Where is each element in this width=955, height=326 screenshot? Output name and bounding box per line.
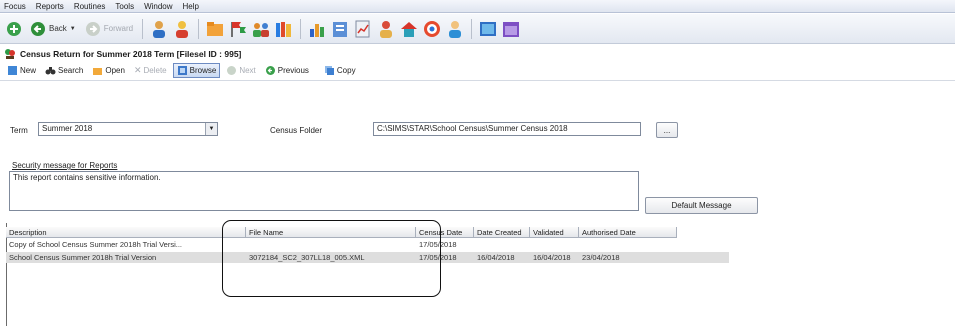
forward-label: Forward (103, 24, 134, 33)
census-folder-label: Census Folder (270, 126, 323, 135)
delete-label: Delete (143, 66, 167, 75)
new-label: New (20, 66, 37, 75)
cell-date-created (474, 239, 530, 250)
delete-button[interactable]: ✕ Delete (131, 64, 170, 77)
security-message-textarea[interactable]: This report contains sensitive informati… (9, 171, 639, 211)
cell-date-created: 16/04/2018 (477, 253, 515, 262)
census-folder-field[interactable]: C:\SIMS\STAR\School Census\Summer Census… (373, 122, 641, 136)
toolbar-separator (471, 18, 473, 39)
previous-icon (265, 66, 275, 75)
column-header-description[interactable]: Description (6, 227, 246, 237)
browse-icon (177, 66, 187, 75)
next-label: Next (239, 66, 256, 75)
new-button[interactable]: New (4, 64, 39, 77)
open-label: Open (105, 66, 125, 75)
browse-label: Browse (189, 66, 217, 75)
people-icon[interactable] (376, 19, 396, 39)
flags-icon[interactable] (228, 19, 248, 39)
person-icon[interactable] (445, 19, 465, 39)
security-message-value: This report contains sensitive informati… (13, 173, 161, 182)
back-arrow-icon (31, 21, 45, 36)
census-icon (5, 49, 15, 59)
next-icon (227, 66, 237, 75)
chevron-down-icon[interactable]: ▼ (70, 26, 76, 32)
books-icon[interactable] (274, 19, 294, 39)
term-dropdown[interactable]: Summer 2018 ▼ (38, 122, 218, 136)
cell-authorised-date (579, 239, 677, 250)
copy-button[interactable]: Copy (321, 64, 359, 77)
toolbar-separator (142, 18, 144, 39)
toolbar-separator (300, 18, 302, 39)
cell-validated: 16/04/2018 (533, 253, 571, 262)
home-icon[interactable] (4, 19, 24, 39)
term-value: Summer 2018 (42, 124, 93, 133)
menu-bar: Focus Reports Routines Tools Window Help (0, 0, 955, 13)
menu-tools[interactable]: Tools (115, 2, 134, 11)
search-label: Search (58, 66, 84, 75)
menu-focus[interactable]: Focus (4, 2, 26, 11)
menu-routines[interactable]: Routines (74, 2, 106, 11)
census-returns-grid: Description File Name Census Date Date C… (6, 223, 955, 326)
clipboard-icon[interactable] (330, 19, 350, 39)
pupil-icon[interactable] (172, 19, 192, 39)
menu-window[interactable]: Window (144, 2, 172, 11)
open-button[interactable]: Open (89, 64, 128, 77)
back-label: Back (49, 24, 67, 33)
menu-reports[interactable]: Reports (36, 2, 64, 11)
census-folder-value: C:\SIMS\STAR\School Census\Summer Census… (377, 124, 568, 133)
window-titlebar: Census Return for Summer 2018 Term [File… (0, 47, 955, 61)
copy-label: Copy (336, 66, 356, 75)
next-button[interactable]: Next (223, 64, 258, 77)
open-folder-icon (93, 68, 103, 75)
main-toolbar: Back ▼ Forward (0, 14, 955, 44)
chevron-down-icon[interactable]: ▼ (205, 123, 217, 135)
security-message-label: Security message for Reports (12, 161, 118, 170)
cell-authorised-date: 23/04/2018 (582, 253, 620, 262)
folder-browse-button[interactable]: ... (656, 122, 678, 138)
delete-icon: ✕ (133, 65, 142, 75)
column-header-validated[interactable]: Validated (530, 227, 579, 237)
calendar-icon[interactable] (501, 19, 521, 39)
target-icon[interactable] (422, 19, 442, 39)
house-icon[interactable] (399, 19, 419, 39)
chart-icon[interactable] (307, 19, 327, 39)
group-icon[interactable] (251, 19, 271, 39)
forward-arrow-icon (85, 21, 100, 36)
copy-icon (324, 66, 334, 75)
previous-button[interactable]: Previous (262, 64, 312, 77)
teacher-icon[interactable] (149, 19, 169, 39)
cell-description: Copy of School Census Summer 2018h Trial… (9, 240, 182, 249)
browse-button[interactable]: Browse (172, 63, 221, 78)
toolbar-separator (198, 18, 200, 39)
highlight-annotation (222, 220, 441, 297)
column-header-date-created[interactable]: Date Created (474, 227, 530, 237)
binoculars-icon (45, 67, 56, 75)
term-label: Term (10, 126, 28, 135)
cell-validated (530, 239, 579, 250)
forward-button[interactable]: Forward (82, 21, 136, 37)
window-title: Census Return for Summer 2018 Term [File… (20, 49, 242, 59)
default-message-button[interactable]: Default Message (645, 197, 758, 214)
back-button[interactable]: Back ▼ (27, 21, 79, 37)
search-button[interactable]: Search (42, 64, 86, 77)
folder-icon[interactable] (205, 19, 225, 39)
board-icon[interactable] (478, 19, 498, 39)
cell-description: School Census Summer 2018h Trial Version (9, 253, 157, 262)
census-form: Term Summer 2018 ▼ Census Folder C:\SIMS… (0, 82, 955, 218)
previous-label: Previous (277, 66, 309, 75)
action-bar: New Search Open ✕ Delete Browse Next Pre… (0, 61, 955, 81)
column-header-authorised-date[interactable]: Authorised Date (579, 227, 677, 237)
report-icon[interactable] (353, 19, 373, 39)
menu-help[interactable]: Help (183, 2, 199, 11)
new-icon (8, 66, 17, 75)
